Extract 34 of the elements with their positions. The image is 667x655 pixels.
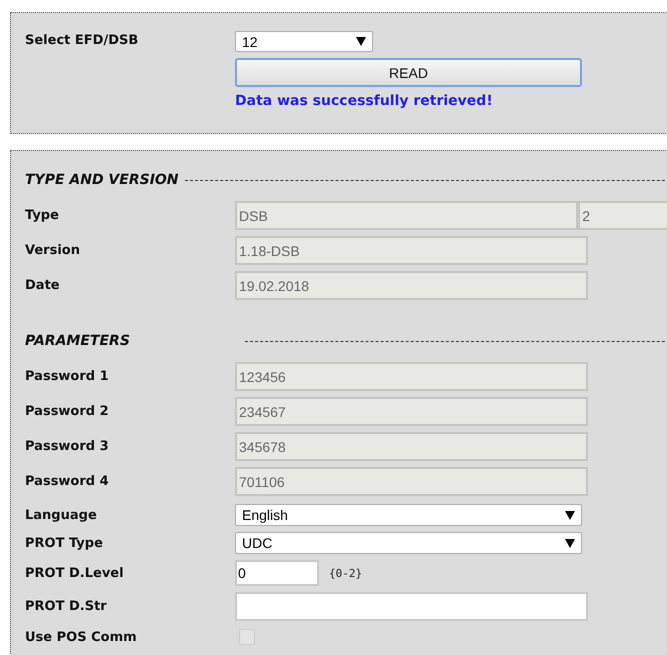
dropdown[interactable]: English [235,504,582,526]
readonly-field[interactable]: 345678 [235,432,588,461]
field-label: Date [25,278,61,293]
read-button[interactable]: READ [235,58,582,87]
field-label: Password 4 [25,474,110,489]
field-label: Password 3 [25,439,110,454]
field-label: Language [25,508,98,522]
input-field[interactable] [235,592,588,621]
field-label: PROT Type [25,536,104,550]
readonly-field[interactable]: 19.02.2018 [235,271,588,300]
efd-select[interactable]: 12 [235,31,373,52]
section-title: TYPE AND VERSION [25,172,179,188]
range-hint: {0-2} [329,566,362,580]
caret-icon [565,538,575,548]
readonly-field[interactable]: 123456 [235,362,588,391]
field-label: Password 1 [25,369,110,384]
field-label: PROT D.Str [25,599,108,614]
readonly-field[interactable]: 2 [578,201,667,230]
field-label: Password 2 [25,404,110,419]
dropdown[interactable]: UDC [235,532,582,554]
status-message: Data was successfully retrieved! [235,93,494,109]
input-field[interactable]: 0 [235,560,319,586]
readonly-field[interactable]: DSB [235,201,578,230]
caret-icon [565,510,575,520]
section-title: PARAMETERS [25,333,131,349]
caret-icon [356,37,366,46]
readonly-field[interactable]: 234567 [235,397,588,426]
field-label: Use POS Comm [25,630,138,644]
field-label: Select EFD/DSB [25,33,140,48]
readonly-field[interactable]: 1.18-DSB [235,236,588,265]
field-label: PROT D.Level [25,566,125,580]
field-label: Type [25,208,60,223]
field-label: Version [25,243,81,258]
readonly-field[interactable]: 701106 [235,467,588,496]
